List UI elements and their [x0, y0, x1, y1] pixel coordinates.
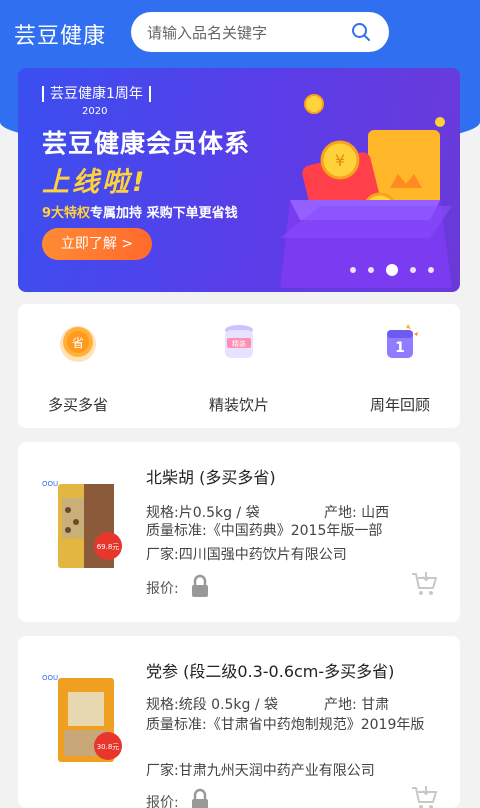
pack-brand-text: OOU	[42, 480, 58, 488]
gift-box-illustration: ¥ ¥	[280, 94, 452, 288]
anniversary-calendar-icon: 1	[387, 324, 418, 358]
anniversary-label: 芸豆健康1周年	[42, 86, 151, 102]
banner-title: 芸豆健康会员体系	[42, 129, 251, 158]
svg-text:省: 省	[72, 336, 84, 350]
pack-brand-text: OOU	[42, 674, 58, 682]
product-card[interactable]: OOU 69.8元 北柴胡 (多买多省) 规格:片0.5kg / 袋 产地: 山…	[18, 442, 460, 622]
product-package-image: OOU 30.8元	[42, 674, 122, 762]
origin-value: 山西	[361, 505, 390, 521]
carousel-dot[interactable]	[428, 267, 434, 273]
product-maker: 厂家:甘肃九州天润中药产业有限公司	[146, 760, 375, 780]
carousel-dot[interactable]	[350, 267, 356, 273]
standard-label: 质量标准:	[146, 717, 207, 733]
carousel-dot[interactable]	[368, 267, 374, 273]
origin: 产地: 甘肃	[324, 694, 389, 714]
learn-more-button[interactable]: 立即了解 >	[42, 228, 152, 260]
maker-label: 厂家:	[146, 763, 179, 779]
standard-value: 《中国药典》2015年版一部	[206, 523, 383, 539]
banner-slogan: 上线啦!	[42, 167, 148, 198]
product-name[interactable]: 党参 (段二级0.3-0.6cm-多买多省)	[146, 658, 394, 682]
product-card[interactable]: OOU 30.8元 党参 (段二级0.3-0.6cm-多买多省) 规格:统段 0…	[18, 636, 460, 808]
maker-label: 厂家:	[146, 547, 179, 563]
save-badge-icon: 省	[60, 326, 96, 362]
premium-jar-icon: 精装	[225, 325, 253, 358]
quick-link-anniversary[interactable]: 1 周年回顾	[340, 320, 460, 415]
search-input[interactable]	[145, 12, 339, 54]
svg-text:精装: 精装	[232, 339, 246, 348]
spec-value: 片0.5kg / 袋	[178, 505, 260, 521]
carousel-dot-active[interactable]	[386, 264, 398, 276]
banner-subtitle-highlight: 9大特权	[42, 206, 91, 221]
product-package-image: OOU 69.8元	[42, 480, 122, 568]
maker-value: 四川国强中药饮片有限公司	[178, 547, 347, 563]
spec-label: 规格:	[146, 697, 179, 713]
quick-link-bulk-save[interactable]: 省 多买多省	[18, 320, 138, 415]
standard-value: 《甘肃省中药炮制规范》2019年版	[206, 717, 425, 733]
price-label: 报价:	[146, 581, 179, 597]
add-to-cart-icon[interactable]	[410, 570, 438, 598]
origin-label: 产地:	[324, 505, 357, 521]
maker-value: 甘肃九州天润中药产业有限公司	[178, 763, 375, 779]
quick-link-label: 精装饮片	[208, 396, 269, 414]
banner-subtitle-text: 专属加持 采购下单更省钱	[90, 206, 238, 221]
origin: 产地: 山西	[324, 502, 389, 522]
origin-value: 甘肃	[361, 697, 390, 713]
product-maker: 厂家:四川国强中药饮片有限公司	[146, 544, 347, 564]
header: 芸豆健康	[0, 0, 480, 66]
add-to-cart-icon[interactable]	[410, 784, 438, 808]
quick-links-panel: 省 多买多省 精装 精装饮片 1 周年回顾	[18, 304, 460, 428]
product-standard: 质量标准:《甘肃省中药炮制规范》2019年版	[146, 714, 426, 736]
standard-label: 质量标准:	[146, 523, 207, 539]
svg-text:¥: ¥	[335, 151, 345, 170]
product-spec-row: 规格:片0.5kg / 袋 产地: 山西	[146, 502, 389, 522]
svg-text:1: 1	[395, 340, 405, 356]
product-spec-row: 规格:统段 0.5kg / 袋 产地: 甘肃	[146, 694, 389, 714]
pack-price-text: 69.8元	[97, 543, 120, 551]
quick-link-premium-slices[interactable]: 精装 精装饮片	[179, 320, 299, 415]
pack-price-text: 30.8元	[97, 743, 120, 751]
spec-label: 规格:	[146, 505, 179, 521]
lock-icon	[192, 574, 208, 597]
spec-value: 统段 0.5kg / 袋	[178, 697, 279, 713]
origin-label: 产地:	[324, 697, 357, 713]
quick-link-label: 多买多省	[47, 396, 108, 414]
app-title: 芸豆健康	[14, 24, 107, 49]
quick-link-label: 周年回顾	[369, 396, 430, 414]
price-label: 报价:	[146, 795, 179, 808]
search-bar[interactable]	[131, 12, 389, 54]
product-standard: 质量标准:《中国药典》2015年版一部	[146, 520, 426, 542]
product-name[interactable]: 北柴胡 (多买多省)	[146, 464, 276, 488]
anniversary-year: 2020	[82, 106, 108, 117]
carousel-dot[interactable]	[410, 267, 416, 273]
lock-icon	[192, 788, 208, 808]
search-icon[interactable]	[351, 22, 371, 42]
promo-banner[interactable]: 芸豆健康1周年 2020 芸豆健康会员体系 上线啦! 9大特权专属加持 采购下单…	[18, 68, 460, 292]
banner-subtitle: 9大特权专属加持 采购下单更省钱	[42, 202, 238, 221]
